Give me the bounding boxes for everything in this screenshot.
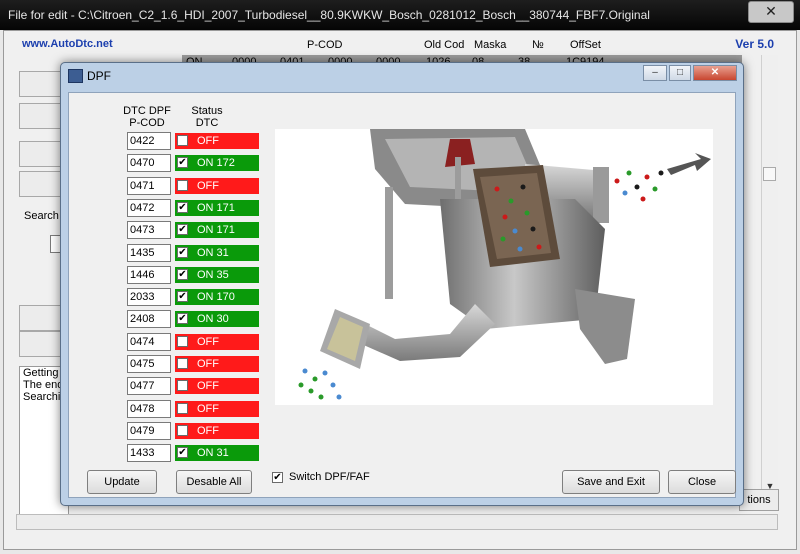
dtc-code-field[interactable]: 0472 bbox=[127, 198, 171, 217]
header-num: № bbox=[532, 39, 544, 51]
dtc-checkbox[interactable] bbox=[177, 335, 188, 347]
main-close-button[interactable]: ✕ bbox=[748, 1, 794, 23]
status-text: ON 170 bbox=[197, 291, 235, 304]
status-badge: ✔ ON 30 bbox=[175, 311, 259, 328]
dtc-checkbox[interactable] bbox=[177, 424, 188, 436]
scrollbar-thumb[interactable] bbox=[763, 167, 776, 181]
dtc-code-field[interactable]: 0477 bbox=[127, 377, 171, 396]
minimize-button[interactable]: – bbox=[643, 65, 667, 81]
status-badge: OFF bbox=[175, 356, 259, 372]
column-header-line: P-COD bbox=[129, 117, 165, 129]
status-badge: OFF bbox=[175, 422, 259, 439]
dtc-code-field[interactable]: 2408 bbox=[127, 310, 171, 329]
dtc-code-field[interactable]: 0422 bbox=[127, 132, 171, 150]
dtc-code-field[interactable]: 0478 bbox=[127, 399, 171, 418]
status-badge: ✔ ON 31 bbox=[175, 244, 259, 261]
status-badge: OFF bbox=[175, 400, 259, 417]
save-and-exit-button[interactable]: Save and Exit bbox=[562, 470, 660, 494]
status-text: ON 35 bbox=[197, 268, 229, 281]
main-title-bar: File for edit - C:\Citroen_C2_1.6_HDI_20… bbox=[0, 0, 800, 30]
close-button[interactable]: Close bbox=[668, 470, 736, 494]
dtc-code-field[interactable]: 0470 bbox=[127, 154, 171, 173]
column-header-status: Status DTC bbox=[185, 105, 229, 129]
dtc-checkbox[interactable]: ✔ bbox=[177, 447, 188, 459]
column-header-line: Status bbox=[191, 105, 223, 117]
dialog-title: DPF bbox=[87, 69, 111, 83]
main-window-title: File for edit - C:\Citroen_C2_1.6_HDI_20… bbox=[8, 8, 650, 22]
status-text: ON 172 bbox=[197, 157, 235, 170]
header-old-cod: Old Cod bbox=[424, 39, 465, 51]
status-text: OFF bbox=[197, 424, 219, 437]
dtc-checkbox[interactable]: ✔ bbox=[177, 246, 188, 258]
status-text: OFF bbox=[197, 380, 219, 393]
dtc-checkbox[interactable] bbox=[177, 358, 188, 369]
status-text: OFF bbox=[197, 179, 219, 192]
site-link[interactable]: www.AutoDtc.net bbox=[22, 38, 113, 50]
version-label: Ver 5.0 bbox=[735, 37, 774, 51]
dtc-code-field[interactable]: 0479 bbox=[127, 421, 171, 440]
dtc-code-field[interactable]: 2033 bbox=[127, 288, 171, 307]
column-header-dtc: DTC DPF P-COD bbox=[117, 105, 177, 129]
switch-dpf-faf-checkbox[interactable]: ✔ bbox=[272, 472, 283, 483]
header-offset: OffSet bbox=[570, 39, 601, 51]
status-badge: ✔ ON 35 bbox=[175, 266, 259, 283]
dtc-code-field[interactable]: 1446 bbox=[127, 265, 171, 284]
status-text: OFF bbox=[197, 358, 219, 370]
status-text: OFF bbox=[197, 402, 219, 415]
dtc-checkbox[interactable]: ✔ bbox=[177, 291, 188, 303]
disable-all-button[interactable]: Desable All bbox=[176, 470, 252, 494]
dpf-dialog: DPF – □ ✕ DTC DPF P-COD Status DTC 0422 O… bbox=[60, 62, 744, 506]
status-badge: ✔ ON 172 bbox=[175, 155, 259, 172]
status-text: ON 30 bbox=[197, 313, 229, 326]
status-badge: OFF bbox=[175, 133, 259, 149]
status-badge: ✔ ON 171 bbox=[175, 222, 259, 239]
dtc-code-field[interactable]: 1435 bbox=[127, 243, 171, 262]
update-button[interactable]: Update bbox=[87, 470, 157, 494]
dialog-title-bar[interactable]: DPF – □ ✕ bbox=[61, 63, 743, 87]
dtc-code-field[interactable]: 1433 bbox=[127, 444, 171, 463]
dtc-checkbox[interactable]: ✔ bbox=[177, 313, 188, 325]
status-badge: OFF bbox=[175, 333, 259, 350]
status-badge: ✔ ON 31 bbox=[175, 445, 259, 462]
status-text: ON 31 bbox=[197, 447, 229, 460]
dtc-code-field[interactable]: 0473 bbox=[127, 221, 171, 240]
vertical-scrollbar[interactable]: ▼ bbox=[761, 55, 778, 495]
dtc-checkbox[interactable]: ✔ bbox=[177, 224, 188, 236]
switch-dpf-faf-label: Switch DPF/FAF bbox=[289, 471, 370, 483]
dialog-close-icon[interactable]: ✕ bbox=[693, 65, 737, 81]
dtc-code-field[interactable]: 0474 bbox=[127, 332, 171, 351]
status-badge: ✔ ON 170 bbox=[175, 289, 259, 306]
dpf-illustration bbox=[275, 129, 713, 405]
dpf-diagram-image bbox=[298, 129, 711, 400]
maximize-button[interactable]: □ bbox=[669, 65, 691, 81]
dtc-code-field[interactable]: 0471 bbox=[127, 176, 171, 195]
status-text: ON 171 bbox=[197, 224, 235, 237]
options-button[interactable]: tions bbox=[739, 489, 779, 511]
dtc-checkbox[interactable] bbox=[177, 179, 188, 191]
dtc-checkbox[interactable] bbox=[177, 402, 188, 414]
dtc-checkbox[interactable] bbox=[177, 135, 188, 146]
status-text: ON 171 bbox=[197, 201, 235, 214]
status-badge: OFF bbox=[175, 378, 259, 395]
dtc-checkbox[interactable]: ✔ bbox=[177, 201, 188, 213]
status-text: OFF bbox=[197, 335, 219, 348]
dtc-code-field[interactable]: 0475 bbox=[127, 355, 171, 373]
column-header-line: DTC bbox=[195, 117, 219, 129]
dtc-checkbox[interactable]: ✔ bbox=[177, 157, 188, 169]
header-pcod: P-COD bbox=[307, 39, 343, 51]
dtc-checkbox[interactable] bbox=[177, 380, 188, 392]
status-badge: ✔ ON 171 bbox=[175, 199, 259, 216]
status-badge: OFF bbox=[175, 177, 259, 194]
status-bar bbox=[16, 514, 778, 530]
status-text: OFF bbox=[197, 135, 219, 147]
status-text: ON 31 bbox=[197, 246, 229, 259]
header-maska: Maska bbox=[474, 39, 507, 51]
column-header-line: DTC DPF bbox=[123, 105, 171, 117]
search-label: Search bbox=[24, 210, 59, 222]
dtc-checkbox[interactable]: ✔ bbox=[177, 268, 188, 280]
app-icon bbox=[68, 69, 83, 83]
dialog-body: DTC DPF P-COD Status DTC 0422 OFF 0470 ✔ ON … bbox=[68, 92, 736, 498]
